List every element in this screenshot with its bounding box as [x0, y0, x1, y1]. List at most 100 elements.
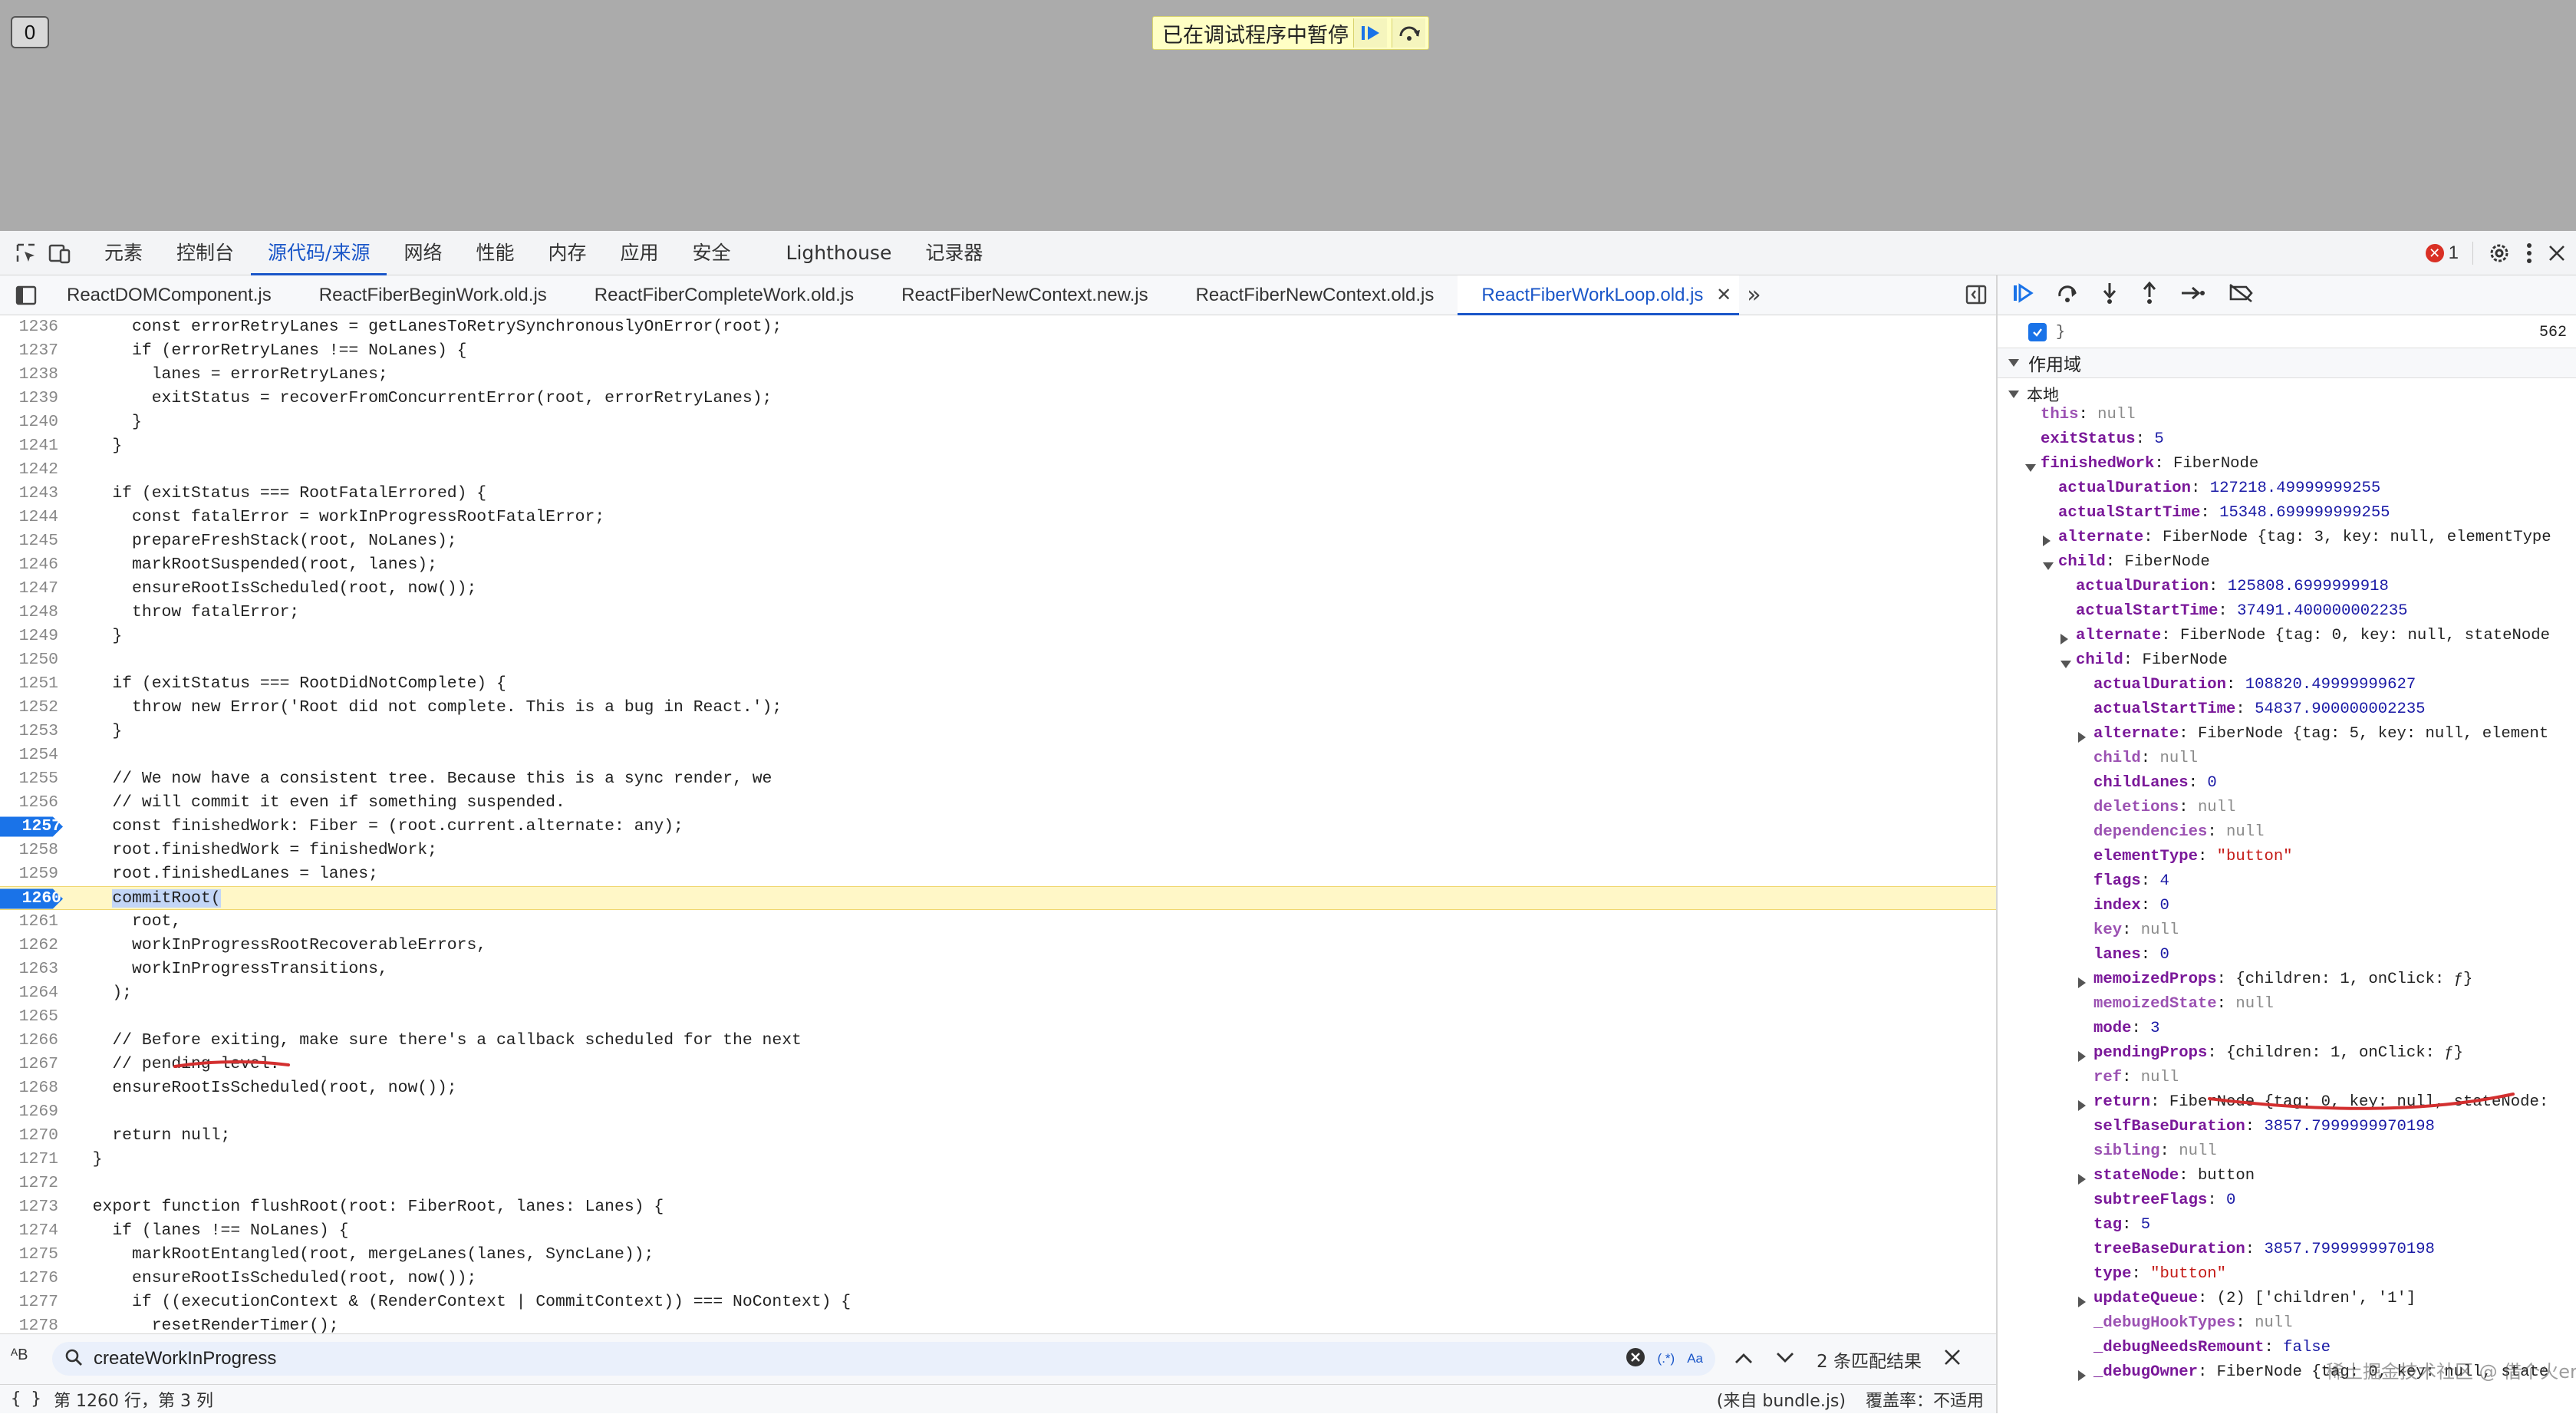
code-line[interactable]: 1249 }	[0, 625, 1996, 648]
scope-property[interactable]: this: null	[1998, 406, 2576, 430]
line-number[interactable]: 1255	[0, 767, 60, 791]
collapse-arrow-icon[interactable]	[2043, 562, 2054, 570]
code-line[interactable]: 1275 markRootEntangled(root, mergeLanes(…	[0, 1243, 1996, 1267]
line-number[interactable]: 1258	[0, 839, 60, 862]
file-tab[interactable]: ReactFiberNewContext.new.js	[878, 275, 1171, 315]
line-number[interactable]: 1264	[0, 981, 60, 1005]
code-line[interactable]: 1259 root.finishedLanes = lanes;	[0, 862, 1996, 886]
file-tab[interactable]: ReactFiberCompleteWork.old.js	[571, 275, 878, 315]
expand-arrow-icon[interactable]	[2078, 732, 2086, 743]
scope-property[interactable]: stateNode: button	[1998, 1167, 2576, 1192]
scope-property[interactable]: pendingProps: {children: 1, onClick: ƒ}	[1998, 1044, 2576, 1069]
more-options-icon[interactable]	[2525, 242, 2533, 265]
step-over-icon[interactable]	[1392, 18, 1425, 48]
code-line[interactable]: 1253 }	[0, 720, 1996, 743]
scope-property[interactable]: alternate: FiberNode {tag: 5, key: null,…	[1998, 725, 2576, 750]
scope-property[interactable]: key: null	[1998, 921, 2576, 946]
scope-property[interactable]: tag: 5	[1998, 1216, 2576, 1241]
line-number[interactable]: 1262	[0, 934, 60, 957]
code-line[interactable]: 1245 prepareFreshStack(root, NoLanes);	[0, 529, 1996, 553]
line-number[interactable]: 1276	[0, 1267, 60, 1290]
local-scope-header[interactable]: 本地	[1998, 383, 2576, 406]
counter-button[interactable]: 0	[11, 16, 49, 48]
line-number[interactable]: 1241	[0, 434, 60, 458]
breakpoint-row[interactable]: } 562	[1998, 320, 2576, 344]
next-match-icon[interactable]	[1775, 1350, 1795, 1370]
scope-property[interactable]: index: 0	[1998, 897, 2576, 921]
code-line[interactable]: 1261 root,	[0, 910, 1996, 934]
close-devtools-icon[interactable]	[2547, 243, 2567, 263]
resume-icon[interactable]	[1353, 18, 1387, 48]
scope-property[interactable]: subtreeFlags: 0	[1998, 1192, 2576, 1216]
line-number[interactable]: 1266	[0, 1029, 60, 1053]
line-number[interactable]: 1238	[0, 363, 60, 387]
code-line[interactable]: 1238 lanes = errorRetryLanes;	[0, 363, 1996, 387]
code-line[interactable]: 1250	[0, 648, 1996, 672]
line-number[interactable]: 1243	[0, 482, 60, 506]
scope-property[interactable]: actualStartTime: 15348.699999999255	[1998, 504, 2576, 529]
line-number[interactable]: 1248	[0, 601, 60, 625]
line-number[interactable]: 1265	[0, 1005, 60, 1029]
code-line[interactable]: 1254	[0, 743, 1996, 767]
code-line[interactable]: 1265	[0, 1005, 1996, 1029]
code-line[interactable]: 1243 if (exitStatus === RootFatalErrored…	[0, 482, 1996, 506]
scope-property[interactable]: child: FiberNode	[1998, 651, 2576, 676]
step-over-icon[interactable]	[2056, 282, 2079, 308]
panel-tab[interactable]: 控制台	[160, 231, 251, 275]
scope-property[interactable]: flags: 4	[1998, 872, 2576, 897]
expand-arrow-icon[interactable]	[2078, 977, 2086, 988]
step-into-icon[interactable]	[2100, 282, 2119, 308]
scope-property[interactable]: selfBaseDuration: 3857.7999999970198	[1998, 1118, 2576, 1142]
source-map-origin[interactable]: (来自 bundle.js)	[1717, 1387, 1846, 1412]
line-number[interactable]: 1260	[0, 888, 63, 909]
search-input[interactable]: createWorkInProgress (.*) Aa	[52, 1342, 1715, 1376]
line-number[interactable]: 1256	[0, 791, 60, 815]
code-line[interactable]: 1267 // pending level.	[0, 1053, 1996, 1076]
code-editor[interactable]: 1236 const errorRetryLanes = getLanesToR…	[0, 315, 1996, 1333]
code-line[interactable]: 1255 // We now have a consistent tree. B…	[0, 767, 1996, 791]
code-line[interactable]: 1257 const finishedWork: Fiber = (root.c…	[0, 815, 1996, 839]
line-number[interactable]: 1274	[0, 1219, 60, 1243]
previous-match-icon[interactable]	[1734, 1350, 1754, 1370]
breakpoint-checkbox[interactable]	[2028, 323, 2047, 341]
scope-property[interactable]: alternate: FiberNode {tag: 3, key: null,…	[1998, 529, 2576, 553]
close-file-icon[interactable]: ✕	[1711, 285, 1731, 305]
close-search-icon[interactable]	[1943, 1348, 1962, 1371]
line-number[interactable]: 1254	[0, 743, 60, 767]
line-number[interactable]: 1245	[0, 529, 60, 553]
line-number[interactable]: 1263	[0, 957, 60, 981]
line-number[interactable]: 1259	[0, 862, 60, 886]
code-line[interactable]: 1272	[0, 1172, 1996, 1195]
line-number[interactable]: 1246	[0, 553, 60, 577]
scope-property[interactable]: actualDuration: 125808.6999999918	[1998, 578, 2576, 602]
expand-arrow-icon[interactable]	[2078, 1051, 2086, 1062]
line-number[interactable]: 1251	[0, 672, 60, 696]
scope-property[interactable]: deletions: null	[1998, 799, 2576, 823]
step-icon[interactable]	[2180, 284, 2206, 306]
file-tab[interactable]: ReactFiberWorkLoop.old.js ✕	[1458, 275, 1740, 315]
code-line[interactable]: 1260 commitRoot(	[0, 886, 1996, 910]
line-number[interactable]: 1253	[0, 720, 60, 743]
scope-property[interactable]: child: FiberNode	[1998, 553, 2576, 578]
code-line[interactable]: 1278 resetRenderTimer();	[0, 1314, 1996, 1333]
panel-tab[interactable]: Lighthouse	[769, 231, 909, 275]
panel-tab[interactable]: 源代码/来源	[251, 231, 387, 275]
regex-toggle[interactable]: (.*)	[1658, 1351, 1675, 1366]
panel-tab[interactable]: 记录器	[908, 231, 1000, 275]
scope-section-header[interactable]: 作用域	[1998, 348, 2576, 378]
code-line[interactable]: 1239 exitStatus = recoverFromConcurrentE…	[0, 387, 1996, 410]
file-tab[interactable]: ReactFiberNewContext.old.js	[1172, 275, 1458, 315]
line-number[interactable]: 1273	[0, 1195, 60, 1219]
line-number[interactable]: 1268	[0, 1076, 60, 1100]
clear-search-icon[interactable]	[1626, 1347, 1645, 1371]
more-tabs-chevron-icon[interactable]: »	[1747, 282, 1761, 308]
code-line[interactable]: 1273 export function flushRoot(root: Fib…	[0, 1195, 1996, 1219]
code-line[interactable]: 1240 }	[0, 410, 1996, 434]
line-number[interactable]: 1250	[0, 648, 60, 672]
line-number[interactable]: 1270	[0, 1124, 60, 1148]
scope-property[interactable]: type: "button"	[1998, 1265, 2576, 1290]
code-line[interactable]: 1266 // Before exiting, make sure there'…	[0, 1029, 1996, 1053]
panel-tab[interactable]: 性能	[459, 231, 531, 275]
line-number[interactable]: 1239	[0, 387, 60, 410]
line-number[interactable]: 1271	[0, 1148, 60, 1172]
